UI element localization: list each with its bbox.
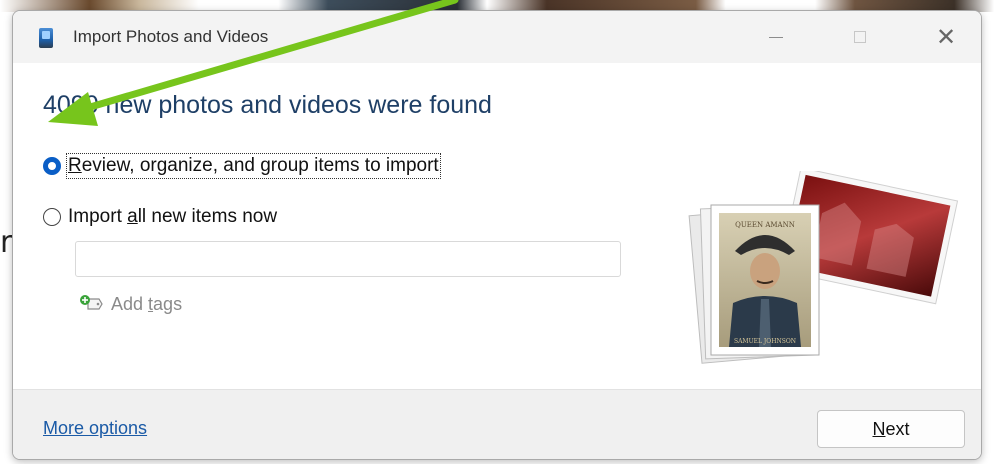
maximize-icon	[854, 31, 866, 43]
import-dialog: Import Photos and Videos ✕ 4090 new phot…	[12, 10, 982, 460]
review-label[interactable]: Review, organize, and group items to imp…	[66, 153, 441, 179]
maximize-button	[837, 19, 883, 55]
minimize-icon	[769, 36, 783, 38]
next-button[interactable]: Next	[817, 410, 965, 448]
photo-caption-top: QUEEN AMANN	[735, 221, 795, 229]
add-tags-label[interactable]: Add tags	[111, 294, 182, 315]
tags-input[interactable]	[75, 241, 621, 277]
more-options-link[interactable]: More options	[43, 418, 147, 439]
minimize-button[interactable]	[753, 19, 799, 55]
add-tags-link[interactable]: Add tags	[79, 293, 182, 315]
close-icon: ✕	[935, 23, 957, 51]
import-all-label[interactable]: Import all new items now	[68, 206, 277, 228]
title-bar[interactable]: Import Photos and Videos ✕	[13, 11, 981, 63]
found-items-heading: 4090 new photos and videos were found	[43, 91, 492, 119]
app-icon	[39, 28, 53, 48]
photo-caption-bottom: SAMUEL JOHNSON	[734, 338, 796, 345]
import-all-radio[interactable]	[43, 208, 61, 226]
review-radio[interactable]	[43, 157, 61, 175]
import-all-option[interactable]: Import all new items now	[43, 206, 277, 228]
add-tag-icon	[80, 295, 103, 310]
photos-illustration: QUEEN AMANN SAMUEL JOHNSON	[688, 171, 959, 364]
review-option[interactable]: Review, organize, and group items to imp…	[43, 153, 441, 179]
close-button[interactable]: ✕	[923, 19, 969, 55]
dialog-footer: More options Next	[13, 389, 981, 459]
window-title: Import Photos and Videos	[73, 27, 269, 46]
